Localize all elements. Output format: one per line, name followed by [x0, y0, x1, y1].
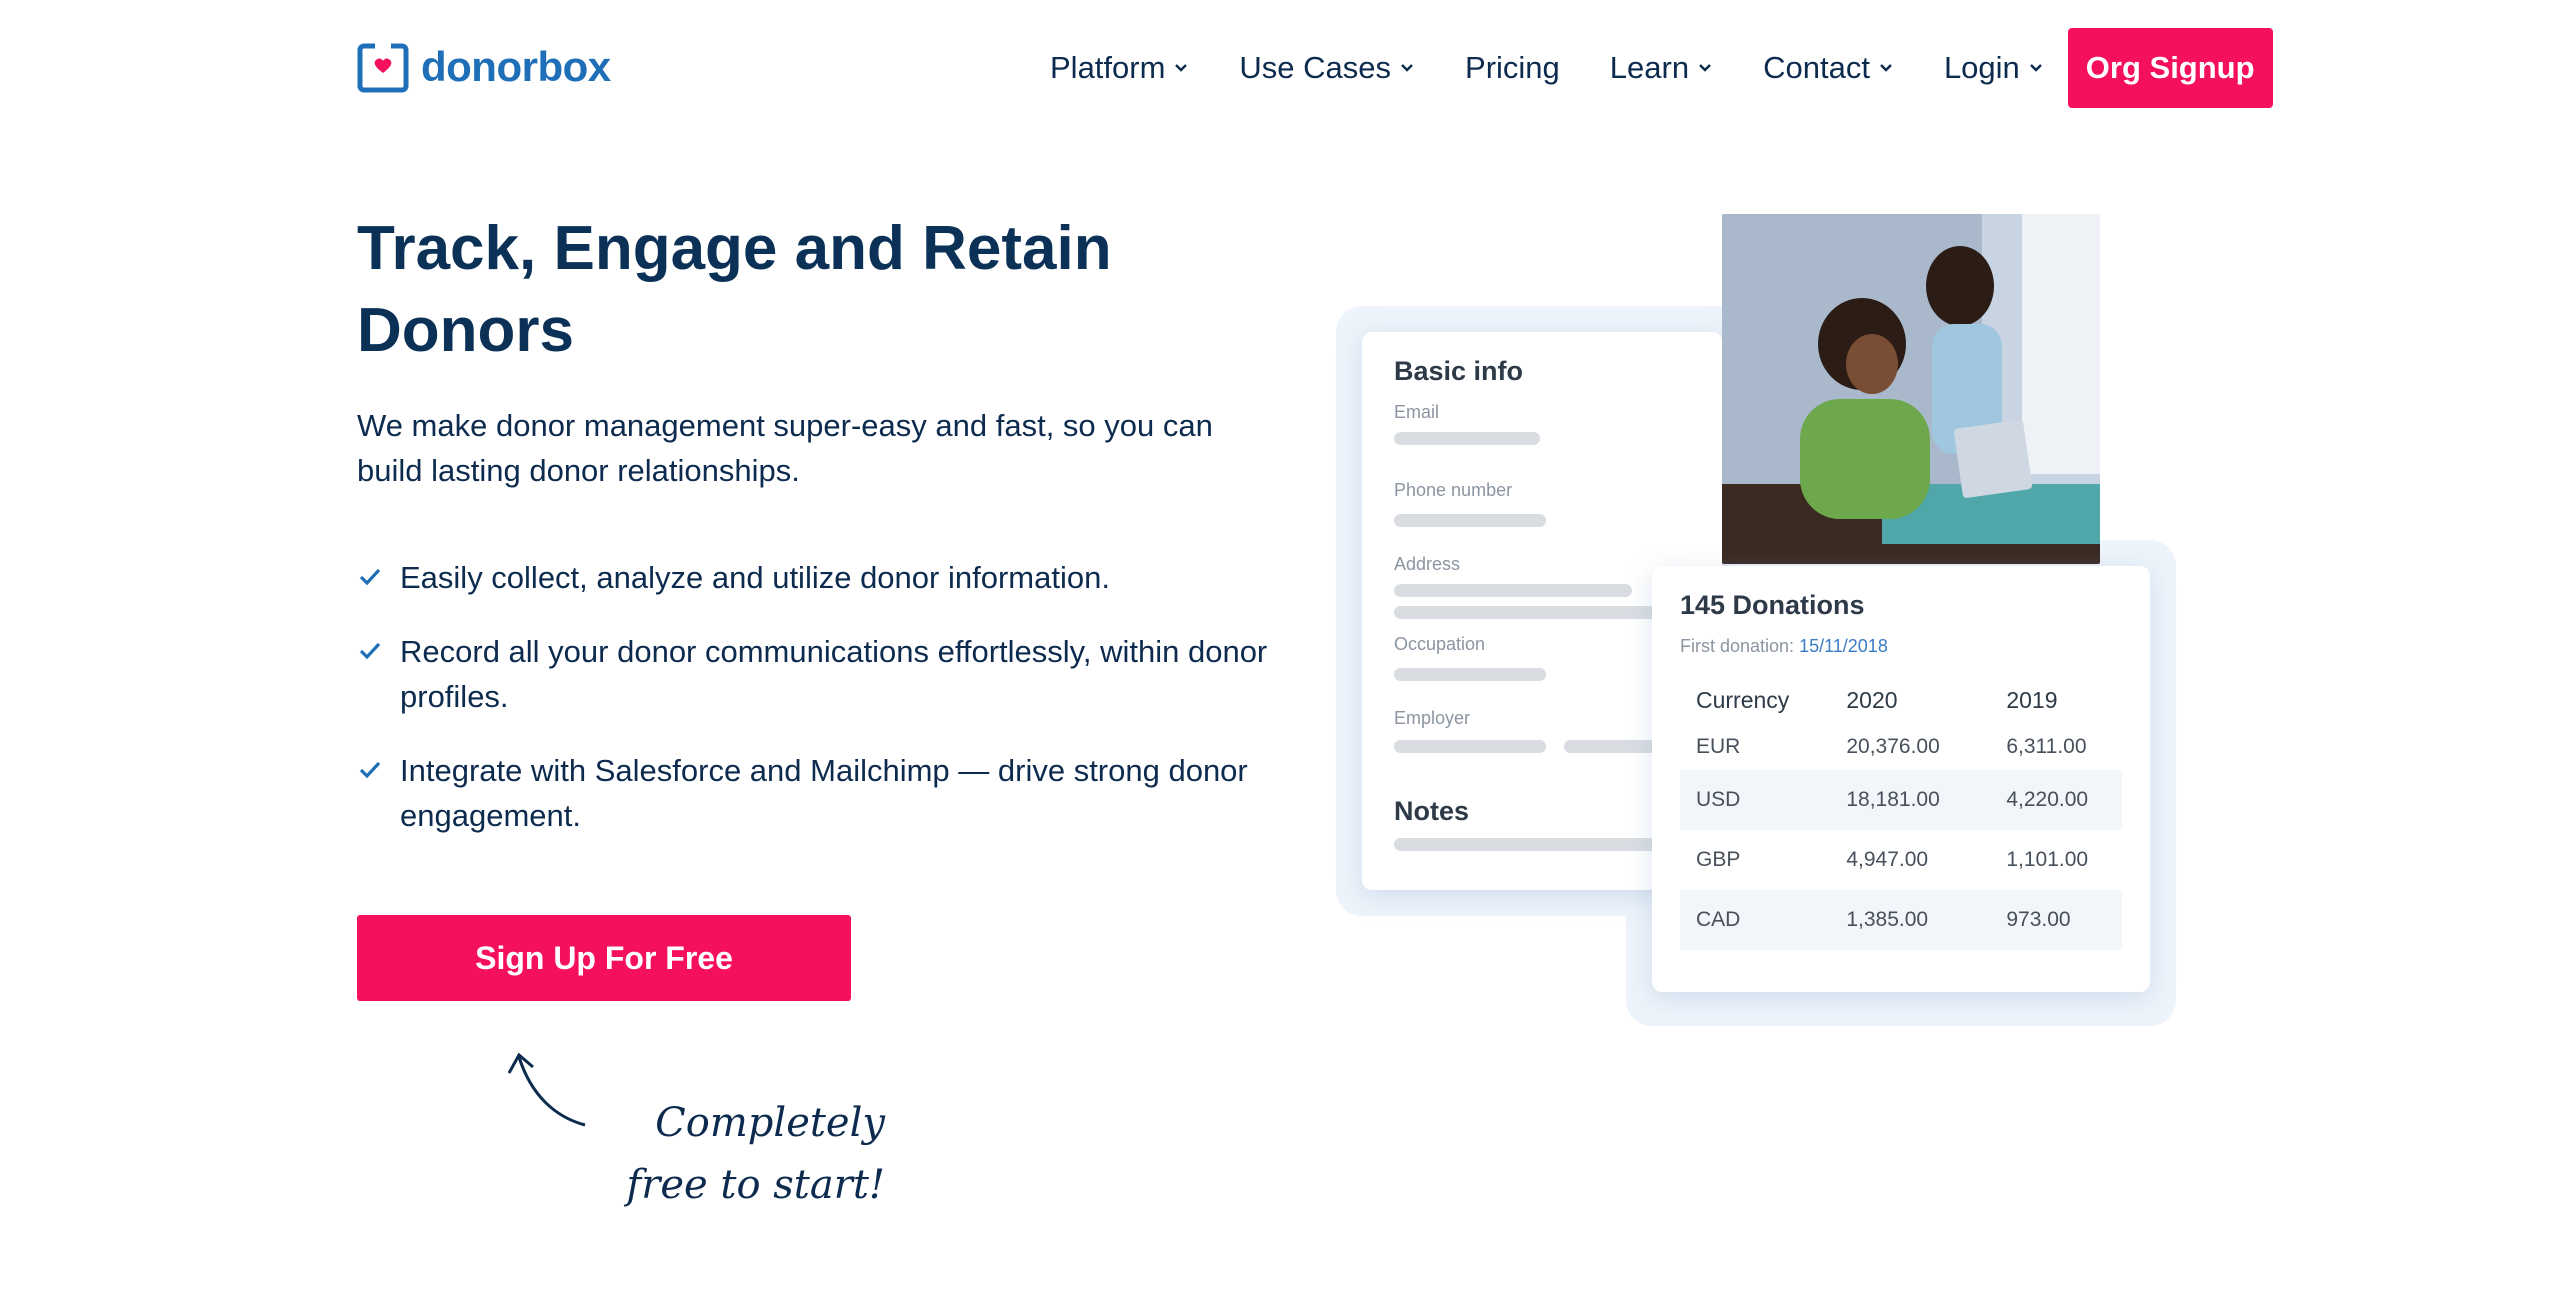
- table-cell: 1,101.00: [2006, 848, 2089, 871]
- feature-text: Integrate with Salesforce and Mailchimp …: [400, 753, 1248, 833]
- table-cell: 4,947.00: [1846, 848, 1929, 871]
- nav-pricing[interactable]: Pricing: [1465, 50, 1560, 86]
- table-row: GBP 4,947.00 1,101.00: [1680, 830, 2122, 890]
- nav-use-cases[interactable]: Use Cases: [1239, 50, 1415, 86]
- table-header-row: Currency 2020 2019: [1680, 676, 2122, 724]
- nav-learn[interactable]: Learn: [1610, 50, 1713, 86]
- main-nav: Platform Use Cases Pricing Learn Contact…: [1050, 28, 2273, 108]
- donorbox-logo-icon: [357, 42, 409, 93]
- field-label-occupation: Occupation: [1394, 634, 1486, 654]
- page: donorbox Platform Use Cases Pricing Lear…: [0, 0, 2560, 1293]
- placeholder-bar: [1394, 838, 1684, 851]
- chevron-down-icon: [1880, 64, 1892, 72]
- nav-learn-label: Learn: [1609, 50, 1690, 85]
- nav-use-cases-label: Use Cases: [1239, 50, 1392, 85]
- column-header: 2020: [1846, 686, 1898, 713]
- first-donation-date: 15/11/2018: [1799, 636, 1888, 656]
- feature-item: Record all your donor communications eff…: [357, 629, 1297, 719]
- chevron-down-icon: [1175, 64, 1188, 72]
- feature-list: Easily collect, analyze and utilize dono…: [357, 555, 1297, 867]
- first-donation-label: First donation:: [1680, 636, 1795, 656]
- hero-title: Track, Engage and Retain Donors: [357, 214, 1112, 365]
- field-label-email: Email: [1394, 402, 1440, 422]
- placeholder-bar: [1394, 606, 1684, 619]
- placeholder-bar: [1394, 514, 1546, 527]
- table-cell: 18,181.00: [1846, 788, 1940, 811]
- donorbox-logo[interactable]: donorbox: [357, 40, 611, 94]
- field-label-phone: Phone number: [1394, 480, 1513, 500]
- chevron-down-icon: [1401, 64, 1413, 72]
- notes-title: Notes: [1394, 796, 1470, 826]
- checkmark-icon: [359, 642, 381, 660]
- table-cell: USD: [1696, 788, 1741, 811]
- first-donation: First donation: 15/11/2018: [1680, 636, 1888, 657]
- checkmark-icon: [359, 761, 381, 779]
- placeholder-bar: [1394, 740, 1546, 753]
- field-label-address: Address: [1394, 554, 1461, 574]
- note-line-2: free to start!: [626, 1162, 885, 1208]
- nav-login-label: Login: [1943, 50, 2020, 85]
- donations-card: 145 Donations First donation: 15/11/2018…: [1652, 566, 2150, 992]
- table-cell: 973.00: [2006, 908, 2071, 931]
- donations-title: 145 Donations: [1680, 590, 1865, 620]
- table-row: EUR 20,376.00 6,311.00: [1680, 724, 2122, 770]
- table-cell: 4,220.00: [2006, 788, 2089, 811]
- table-row: CAD 1,385.00 973.00: [1680, 890, 2122, 950]
- table-row: USD 18,181.00 4,220.00: [1680, 770, 2122, 830]
- chevron-down-icon: [1699, 64, 1711, 72]
- hero-description: We make donor management super-easy and …: [357, 408, 1213, 488]
- placeholder-bar: [1394, 584, 1632, 597]
- free-to-start-note: Completely free to start!: [575, 1092, 885, 1216]
- table-cell: 6,311.00: [2006, 735, 2087, 758]
- donations-table: Currency 2020 2019 EUR 20,376.00 6,311.0…: [1680, 676, 2122, 950]
- column-header: 2019: [2006, 686, 2058, 713]
- feature-item: Integrate with Salesforce and Mailchimp …: [357, 748, 1297, 838]
- table-cell: GBP: [1696, 848, 1741, 871]
- checkmark-icon: [359, 568, 381, 586]
- note-line-1: Completely: [655, 1100, 885, 1146]
- nav-contact-label: Contact: [1763, 50, 1870, 85]
- feature-item: Easily collect, analyze and utilize dono…: [357, 555, 1297, 600]
- table-cell: 20,376.00: [1846, 735, 1940, 758]
- sign-up-free-button[interactable]: Sign Up For Free: [357, 915, 851, 1001]
- feature-text: Easily collect, analyze and utilize dono…: [400, 560, 1110, 595]
- nav-login[interactable]: Login: [1944, 50, 2044, 86]
- org-signup-button[interactable]: Org Signup: [2067, 28, 2273, 108]
- chevron-down-icon: [2029, 64, 2042, 72]
- placeholder-bar: [1394, 432, 1540, 445]
- nav-platform[interactable]: Platform: [1050, 50, 1189, 86]
- feature-text: Record all your donor communications eff…: [400, 634, 1268, 714]
- table-cell: CAD: [1696, 908, 1741, 931]
- column-header: Currency: [1696, 686, 1790, 713]
- field-label-employer: Employer: [1394, 708, 1471, 728]
- table-cell: 1,385.00: [1846, 908, 1929, 931]
- donors-photo: [1722, 214, 2100, 564]
- table-cell: EUR: [1696, 735, 1741, 758]
- basic-info-title: Basic info: [1394, 356, 1524, 386]
- nav-contact[interactable]: Contact: [1763, 50, 1894, 86]
- placeholder-bar: [1394, 668, 1546, 681]
- logo-wordmark: donorbox: [421, 43, 611, 90]
- nav-pricing-label: Pricing: [1465, 50, 1560, 85]
- nav-platform-label: Platform: [1050, 50, 1166, 85]
